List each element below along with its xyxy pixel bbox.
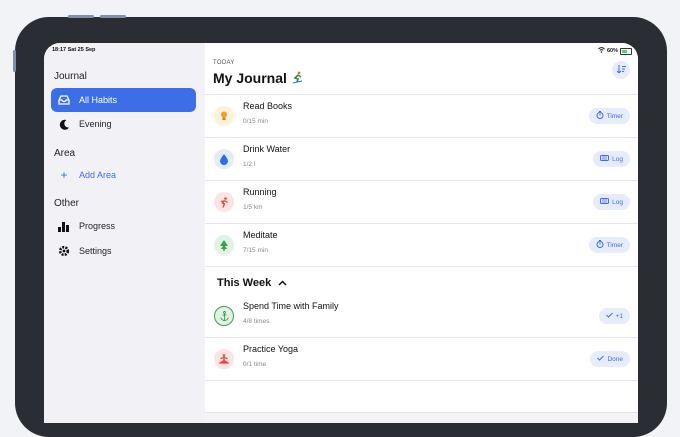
checkmark-icon	[597, 355, 605, 363]
journal-header: Journal	[54, 71, 87, 82]
wifi-icon	[598, 47, 605, 55]
lightbulb-icon	[214, 106, 234, 126]
bar-chart-icon	[57, 221, 71, 232]
done-button[interactable]: Done	[590, 351, 630, 367]
tree-icon	[214, 235, 234, 255]
page-title: My Journal	[213, 70, 304, 86]
sidebar-item-label: Evening	[79, 119, 112, 129]
sidebar-item-evening[interactable]: Evening	[51, 112, 196, 136]
habit-progress: 1/5 km	[243, 204, 263, 211]
habit-name: Drink Water	[243, 144, 291, 154]
action-label: Done	[607, 355, 623, 363]
habit-row[interactable]: Drink Water 1/2 l Log	[205, 138, 638, 180]
tray-icon	[57, 95, 71, 105]
habit-name: Practice Yoga	[243, 344, 299, 354]
habit-progress: 4/8 times	[243, 318, 270, 325]
plus-icon: +	[60, 168, 68, 182]
habit-row[interactable]: Practice Yoga 0/1 time Done	[205, 338, 638, 380]
action-label: Timer	[606, 241, 623, 249]
divider	[205, 266, 638, 267]
habit-row[interactable]: Spend Time with Family 4/8 times +1	[205, 295, 638, 337]
timer-button[interactable]: Timer	[588, 237, 630, 253]
action-label: Log	[612, 155, 623, 163]
timer-icon	[596, 111, 604, 121]
bottom-toolbar	[205, 412, 638, 423]
today-label: TODAY	[213, 60, 235, 66]
week-section-header[interactable]: This Week	[217, 277, 287, 289]
water-drop-icon	[214, 149, 234, 169]
area-header: Area	[54, 148, 76, 159]
increment-button[interactable]: +1	[598, 308, 630, 324]
status-time-date: 18:17 Sat 25 Sep	[52, 47, 96, 53]
device-button-top-2	[100, 15, 126, 18]
habit-row[interactable]: Meditate 7/15 min Timer	[205, 224, 638, 266]
yoga-icon	[214, 349, 234, 369]
sidebar-item-label: Progress	[79, 221, 116, 231]
keyboard-icon	[600, 198, 610, 206]
add-area-label: Add Area	[79, 170, 117, 180]
log-button[interactable]: Log	[593, 194, 630, 210]
sidebar-item-all-habits[interactable]: All Habits	[51, 88, 196, 112]
action-label: +1	[615, 312, 623, 320]
sort-icon	[616, 65, 626, 75]
sidebar-item-settings[interactable]: Settings	[51, 239, 196, 263]
checkmark-icon	[605, 312, 613, 320]
log-button[interactable]: Log	[593, 151, 630, 167]
habit-progress: 0/1 time	[243, 361, 267, 368]
habit-name: Meditate	[243, 230, 278, 240]
habit-row[interactable]: Running 1/5 km Log	[205, 181, 638, 223]
moon-icon	[57, 119, 71, 130]
action-label: Timer	[606, 112, 623, 120]
timer-icon	[596, 240, 604, 250]
habit-name: Spend Time with Family	[243, 301, 339, 311]
sidebar: 18:17 Sat 25 Sep Journal All Habits Even…	[44, 43, 206, 423]
anchor-icon	[214, 306, 234, 326]
battery-percent: 60%	[606, 48, 618, 54]
habit-row[interactable]: Read Books 0/15 min Timer	[205, 95, 638, 137]
page-title-text: My Journal	[213, 70, 287, 86]
habit-progress: 1/2 l	[243, 161, 256, 168]
status-battery: 60%	[598, 47, 632, 55]
main-panel: 60% TODAY My Journal Read Books 0/15 min	[205, 43, 638, 423]
habit-name: Running	[243, 187, 277, 197]
other-header: Other	[54, 198, 80, 209]
habit-name: Read Books	[243, 101, 293, 111]
sort-button[interactable]	[612, 61, 630, 79]
divider	[205, 380, 638, 381]
keyboard-icon	[600, 155, 610, 163]
habit-progress: 0/15 min	[243, 118, 268, 125]
chevron-up-icon	[274, 277, 287, 289]
skier-icon	[291, 70, 304, 86]
running-icon	[214, 192, 234, 212]
gear-icon	[57, 245, 71, 257]
action-label: Log	[612, 198, 623, 206]
device-button-side	[13, 50, 16, 72]
week-header-label: This Week	[217, 277, 272, 289]
add-area-button[interactable]: + Add Area	[51, 163, 196, 187]
timer-button[interactable]: Timer	[588, 108, 630, 124]
sidebar-item-label: All Habits	[79, 95, 118, 105]
sidebar-item-label: Settings	[79, 246, 112, 256]
habit-progress: 7/15 min	[243, 247, 268, 254]
device-button-top	[68, 15, 94, 18]
app-screen: 18:17 Sat 25 Sep Journal All Habits Even…	[44, 43, 638, 423]
battery-icon	[620, 47, 632, 55]
sidebar-item-progress[interactable]: Progress	[51, 214, 196, 238]
